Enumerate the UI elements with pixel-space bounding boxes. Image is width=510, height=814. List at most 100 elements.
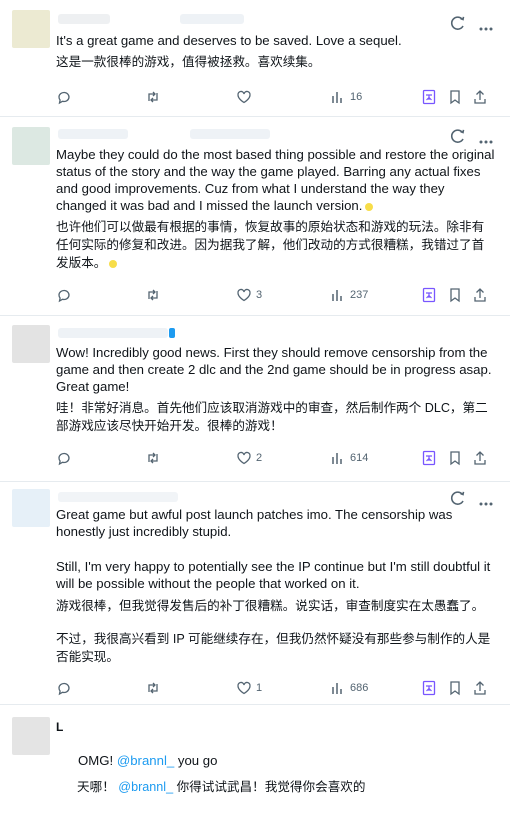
reply-button[interactable] [56,285,76,305]
repost-button[interactable] [145,678,165,698]
text-segment: 天哪！ [77,780,119,794]
avatar[interactable] [12,717,50,755]
bookmark-button[interactable] [447,285,463,305]
translate-button[interactable] [449,14,467,32]
bookmark-icon [450,451,460,466]
heart-icon [237,681,251,695]
share-icon [474,90,486,104]
author-name[interactable] [58,492,178,502]
author-handle[interactable] [180,14,244,24]
avatar[interactable] [12,10,50,48]
share-button[interactable] [472,285,488,305]
views-button[interactable]: 614 [330,448,368,468]
repost-icon [148,289,158,301]
views-button[interactable]: 16 [330,87,362,107]
post-text-zh: 天哪！ @brannl_ 你得试试武昌！我觉得你会喜欢的 [56,760,496,814]
reply-post[interactable]: It's a great game and deserves to be sav… [0,0,510,117]
like-button[interactable]: 1 [236,678,262,698]
views-icon [332,290,342,301]
avatar[interactable] [12,325,50,363]
translate-icon [422,89,436,105]
reply-button[interactable] [56,87,76,107]
share-icon [474,681,486,695]
views-button[interactable]: 686 [330,678,368,698]
action-bar: 2 614 [0,448,510,468]
emoji [365,202,374,211]
translate-icon [422,680,436,696]
reply-feed: It's a great game and deserves to be sav… [0,0,510,794]
repost-button[interactable] [145,87,165,107]
reply-icon [58,682,70,696]
like-button[interactable]: 2 [236,448,262,468]
bookmark-icon [450,681,460,696]
translate-icon [450,16,465,30]
bookmark-icon [450,90,460,105]
translate-action[interactable] [421,87,437,107]
views-icon [332,92,342,103]
reply-icon [58,289,70,303]
bookmark-icon [450,288,460,303]
repost-icon [148,91,158,103]
post-text-en: It's a great game and deserves to be sav… [56,33,402,48]
translate-icon [450,491,465,505]
post-text-en: Wow! Incredibly good news. First they sh… [56,345,496,394]
more-button[interactable] [478,495,494,506]
like-button[interactable]: 3 [236,285,262,305]
post-text-en: Still, I'm very happy to potentially see… [56,559,495,591]
views-button[interactable]: 237 [330,285,368,305]
more-button[interactable] [478,133,494,144]
more-button[interactable] [478,20,494,31]
translate-action[interactable] [421,448,437,468]
avatar[interactable] [12,489,50,527]
author-name[interactable]: L [56,719,496,736]
repost-icon [148,682,158,694]
translate-icon [450,129,465,143]
reply-icon [58,91,70,105]
reply-post[interactable]: Wow! Incredibly good news. First they sh… [0,316,510,482]
share-icon [474,288,486,302]
translate-action[interactable] [421,678,437,698]
share-button[interactable] [472,87,488,107]
author-name[interactable] [58,328,168,338]
share-icon [474,451,486,465]
emoji [109,259,118,268]
reply-post[interactable]: Maybe they could do the most based thing… [0,117,510,316]
verified-badge [169,328,175,338]
heart-icon [237,451,251,465]
repost-button[interactable] [145,285,165,305]
share-button[interactable] [472,678,488,698]
author-name[interactable] [58,129,128,139]
views-icon [332,453,342,464]
translate-icon [422,287,436,303]
author-name[interactable] [58,14,110,24]
post-text-zh-body: 也许他们可以做最有根据的事情，恢复故事的原始状态和游戏的玩法。除非有任何实际的修… [56,220,485,270]
reply-icon [58,452,70,466]
translate-action[interactable] [421,285,437,305]
post-text-en-body: Maybe they could do the most based thing… [56,147,499,213]
share-button[interactable] [472,448,488,468]
like-button[interactable] [236,87,256,107]
author-handle[interactable] [190,129,270,139]
translate-button[interactable] [449,489,467,507]
text-segment: 你得试试武昌！我觉得你会喜欢的 [173,780,366,794]
bookmark-button[interactable] [447,87,463,107]
reply-button[interactable] [56,678,76,698]
reply-post[interactable]: L OMG! @brannl_ you go 天哪！ @brannl_ 你得试试… [0,705,510,794]
repost-button[interactable] [145,448,165,468]
post-text-zh: 也许他们可以做最有根据的事情，恢复故事的原始状态和游戏的玩法。除非有任何实际的修… [56,218,496,272]
post-text-zh: 这是一款很棒的游戏，值得被拯救。喜欢续集。 [56,55,321,69]
post-text-en: Great game but awful post launch patches… [56,507,456,539]
translate-icon [422,450,436,466]
avatar[interactable] [12,127,50,165]
post-text-zh: 不过，我很高兴看到 IP 可能继续存在，但我仍然怀疑没有那些参与制作的人是否能实… [56,632,491,664]
bookmark-button[interactable] [447,678,463,698]
post-text-en: Maybe they could do the most based thing… [56,146,496,214]
translate-button[interactable] [449,127,467,145]
repost-icon [148,452,158,464]
mention-link[interactable]: @brannl_ [118,780,173,794]
post-text-zh: 哇！非常好消息。首先他们应该取消游戏中的审查，然后制作两个 DLC，第二部游戏应… [56,401,488,433]
heart-icon [237,90,251,104]
reply-post[interactable]: Great game but awful post launch patches… [0,482,510,705]
bookmark-button[interactable] [447,448,463,468]
reply-button[interactable] [56,448,76,468]
